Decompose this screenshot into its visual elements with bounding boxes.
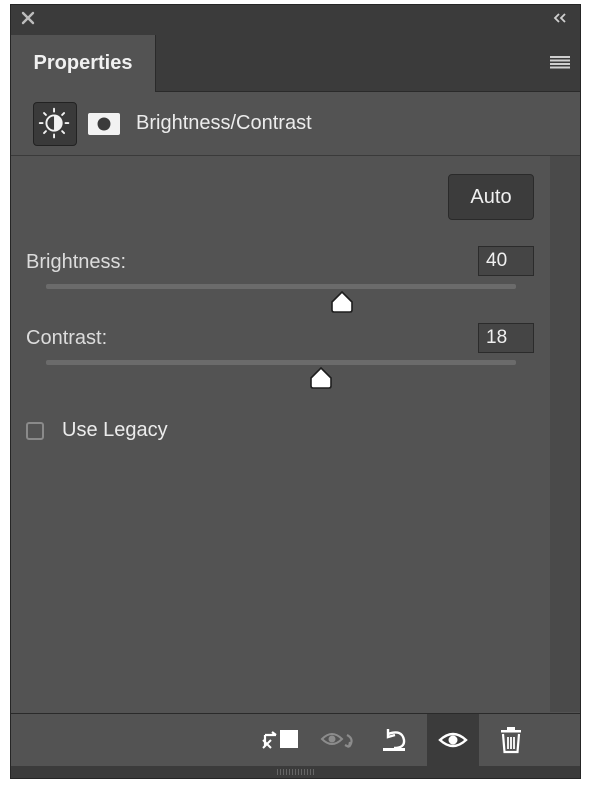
brightness-contrast-icon[interactable] (33, 102, 77, 146)
properties-panel: Properties Brightness/Contrast Auto Brig… (10, 4, 581, 779)
close-icon[interactable] (21, 11, 35, 25)
brightness-slider-thumb[interactable] (329, 290, 355, 314)
use-legacy-checkbox[interactable] (26, 422, 44, 440)
view-previous-state-button[interactable] (313, 714, 365, 766)
reset-button[interactable] (369, 714, 421, 766)
delete-button[interactable] (485, 714, 537, 766)
brightness-slider-track[interactable] (46, 284, 516, 289)
adjustment-controls: Auto Brightness: 40 Contrast: 18 Use Leg… (11, 156, 550, 712)
toggle-visibility-button[interactable] (427, 714, 479, 766)
panel-resize-bar[interactable] (11, 766, 580, 778)
view-previous-state-icon (320, 733, 353, 748)
auto-button[interactable]: Auto (448, 174, 534, 220)
tab-properties[interactable]: Properties (11, 35, 156, 92)
reset-icon (383, 729, 406, 751)
contrast-slider-track[interactable] (46, 360, 516, 365)
resize-grip[interactable] (277, 769, 315, 775)
clip-to-layer-button[interactable] (253, 714, 305, 766)
vertical-scrollbar[interactable] (550, 156, 580, 712)
toggle-visibility-icon (438, 732, 468, 748)
clip-to-layer-icon (262, 730, 298, 749)
use-legacy-label: Use Legacy (62, 419, 168, 441)
contrast-label: Contrast: (26, 327, 108, 349)
tab-bar: Properties (11, 31, 580, 92)
brightness-value-field[interactable]: 40 (478, 246, 534, 276)
adjustment-title: Brightness/Contrast (136, 112, 312, 134)
contrast-value-field[interactable]: 18 (478, 323, 534, 353)
delete-icon (501, 727, 521, 754)
layer-mask-icon[interactable] (88, 113, 120, 135)
contrast-slider-thumb[interactable] (308, 366, 334, 390)
adjustment-header: Brightness/Contrast (11, 92, 580, 156)
brightness-label: Brightness: (26, 251, 127, 273)
panel-titlebar (11, 5, 580, 31)
panel-footer (11, 713, 580, 766)
collapse-double-chevron-icon[interactable] (552, 11, 568, 25)
panel-menu-icon[interactable] (550, 55, 570, 69)
